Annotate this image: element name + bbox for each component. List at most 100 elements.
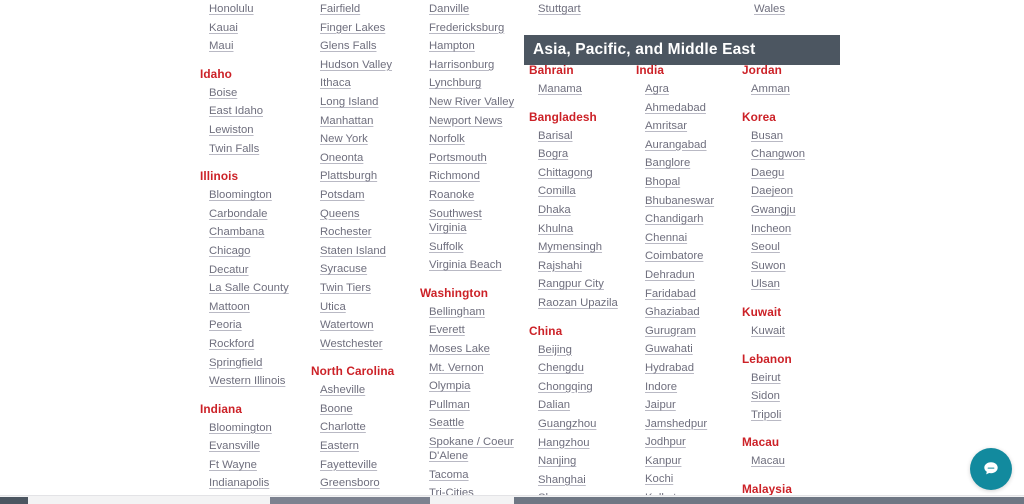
city-link[interactable]: Boone bbox=[311, 400, 417, 419]
city-link[interactable]: Kochi bbox=[636, 470, 740, 489]
city-link[interactable]: Western Illinois bbox=[200, 372, 304, 391]
city-link[interactable]: Asheville bbox=[311, 381, 417, 400]
city-link[interactable]: Hydrabad bbox=[636, 359, 740, 378]
city-link[interactable]: Sidon bbox=[742, 387, 844, 406]
city-link[interactable]: Chicago bbox=[200, 242, 304, 261]
city-link[interactable]: Oneonta bbox=[311, 149, 417, 168]
city-link[interactable]: Olympia bbox=[420, 377, 522, 396]
city-link[interactable]: New York bbox=[311, 130, 417, 149]
city-link[interactable]: Jaipur bbox=[636, 396, 740, 415]
city-link[interactable]: Changwon bbox=[742, 145, 844, 164]
city-link[interactable]: Beijing bbox=[529, 341, 631, 360]
city-link[interactable]: Peoria bbox=[200, 316, 304, 335]
city-link[interactable]: Jamshedpur bbox=[636, 415, 740, 434]
city-link[interactable]: La Salle County bbox=[200, 279, 304, 298]
city-link[interactable]: Long Island bbox=[311, 93, 417, 112]
city-link[interactable]: Newport News bbox=[420, 112, 522, 131]
city-link[interactable]: Chengdu bbox=[529, 359, 631, 378]
city-link[interactable]: Rajshahi bbox=[529, 257, 631, 276]
city-link[interactable]: Dalian bbox=[529, 396, 631, 415]
city-link[interactable]: Potsdam bbox=[311, 186, 417, 205]
city-link[interactable]: Virginia Beach bbox=[420, 256, 522, 275]
city-link[interactable]: Greensboro bbox=[311, 474, 417, 493]
city-link[interactable]: Evansville bbox=[200, 437, 304, 456]
city-link[interactable]: Rochester bbox=[311, 223, 417, 242]
city-link[interactable]: East Idaho bbox=[200, 102, 304, 121]
city-link[interactable]: Seattle bbox=[420, 414, 522, 433]
city-link[interactable]: Ahmedabad bbox=[636, 99, 740, 118]
city-link[interactable]: Southwest Virginia bbox=[420, 205, 522, 238]
city-link[interactable]: Stuttgart bbox=[529, 0, 629, 19]
city-link[interactable]: Twin Tiers bbox=[311, 279, 417, 298]
city-link[interactable]: Gwangju bbox=[742, 201, 844, 220]
city-link[interactable]: Bellingham bbox=[420, 303, 522, 322]
city-link[interactable]: Fayetteville bbox=[311, 456, 417, 475]
city-link[interactable]: Spokane / Coeur D'Alene bbox=[420, 433, 522, 466]
city-link[interactable]: Seoul bbox=[742, 238, 844, 257]
city-link[interactable]: Tripoli bbox=[742, 406, 844, 425]
city-link[interactable]: Danville bbox=[420, 0, 522, 19]
city-link[interactable]: Honolulu bbox=[200, 0, 304, 19]
city-link[interactable]: Banglore bbox=[636, 154, 740, 173]
horizontal-scrollbar[interactable] bbox=[0, 495, 1024, 504]
city-link[interactable]: Ghaziabad bbox=[636, 303, 740, 322]
city-link[interactable]: Fredericksburg bbox=[420, 19, 522, 38]
city-link[interactable]: Guangzhou bbox=[529, 415, 631, 434]
city-link[interactable]: Chandigarh bbox=[636, 210, 740, 229]
city-link[interactable]: Bhopal bbox=[636, 173, 740, 192]
city-link[interactable]: Shanghai bbox=[529, 471, 631, 490]
city-link[interactable]: Moses Lake bbox=[420, 340, 522, 359]
city-link[interactable]: Decatur bbox=[200, 261, 304, 280]
city-link[interactable]: Agra bbox=[636, 80, 740, 99]
city-link[interactable]: New River Valley bbox=[420, 93, 522, 112]
city-link[interactable]: Finger Lakes bbox=[311, 19, 417, 38]
city-link[interactable]: Hampton bbox=[420, 37, 522, 56]
city-link[interactable]: Norfolk bbox=[420, 130, 522, 149]
city-link[interactable]: Twin Falls bbox=[200, 140, 304, 159]
scrollbar-track-right-segment[interactable] bbox=[514, 497, 1024, 504]
city-link[interactable]: Carbondale bbox=[200, 205, 304, 224]
city-link[interactable]: Fairfield bbox=[311, 0, 417, 19]
city-link[interactable]: Watertown bbox=[311, 316, 417, 335]
city-link[interactable]: Aurangabad bbox=[636, 136, 740, 155]
city-link[interactable]: Lynchburg bbox=[420, 74, 522, 93]
city-link[interactable]: Guwahati bbox=[636, 340, 740, 359]
city-link[interactable]: Manama bbox=[529, 80, 631, 99]
city-link[interactable]: Indore bbox=[636, 378, 740, 397]
city-link[interactable]: Indianapolis bbox=[200, 474, 304, 493]
city-link[interactable]: Rangpur City bbox=[529, 275, 631, 294]
city-link[interactable]: Ft Wayne bbox=[200, 456, 304, 475]
city-link[interactable]: Chittagong bbox=[529, 164, 631, 183]
city-link[interactable]: Bogra bbox=[529, 145, 631, 164]
city-link[interactable]: Kauai bbox=[200, 19, 304, 38]
city-link[interactable]: Hudson Valley bbox=[311, 56, 417, 75]
city-link[interactable]: Amman bbox=[742, 80, 844, 99]
city-link[interactable]: Manhattan bbox=[311, 112, 417, 131]
city-link[interactable]: Bloomington bbox=[200, 186, 304, 205]
city-link[interactable]: Portsmouth bbox=[420, 149, 522, 168]
city-link[interactable]: Plattsburgh bbox=[311, 167, 417, 186]
horizontal-scrollbar-thumb[interactable] bbox=[270, 497, 430, 504]
city-link[interactable]: Daejeon bbox=[742, 182, 844, 201]
city-link[interactable]: Richmond bbox=[420, 167, 522, 186]
city-link[interactable]: Wales bbox=[745, 0, 845, 19]
city-link[interactable]: Raozan Upazila bbox=[529, 294, 631, 313]
city-link[interactable]: Macau bbox=[742, 452, 844, 471]
city-link[interactable]: Nanjing bbox=[529, 452, 631, 471]
city-link[interactable]: Boise bbox=[200, 84, 304, 103]
city-link[interactable]: Chongqing bbox=[529, 378, 631, 397]
city-link[interactable]: Utica bbox=[311, 298, 417, 317]
city-link[interactable]: Mymensingh bbox=[529, 238, 631, 257]
city-link[interactable]: Chambana bbox=[200, 223, 304, 242]
city-link[interactable]: Kanpur bbox=[636, 452, 740, 471]
city-link[interactable]: Syracuse bbox=[311, 260, 417, 279]
city-link[interactable]: Springfield bbox=[200, 354, 304, 373]
city-link[interactable]: Daegu bbox=[742, 164, 844, 183]
city-link[interactable]: Tacoma bbox=[420, 466, 522, 485]
city-link[interactable]: Incheon bbox=[742, 220, 844, 239]
city-link[interactable]: Rockford bbox=[200, 335, 304, 354]
city-link[interactable]: Chennai bbox=[636, 229, 740, 248]
city-link[interactable]: Kuwait bbox=[742, 322, 844, 341]
city-link[interactable]: Bloomington bbox=[200, 419, 304, 438]
city-link[interactable]: Mattoon bbox=[200, 298, 304, 317]
